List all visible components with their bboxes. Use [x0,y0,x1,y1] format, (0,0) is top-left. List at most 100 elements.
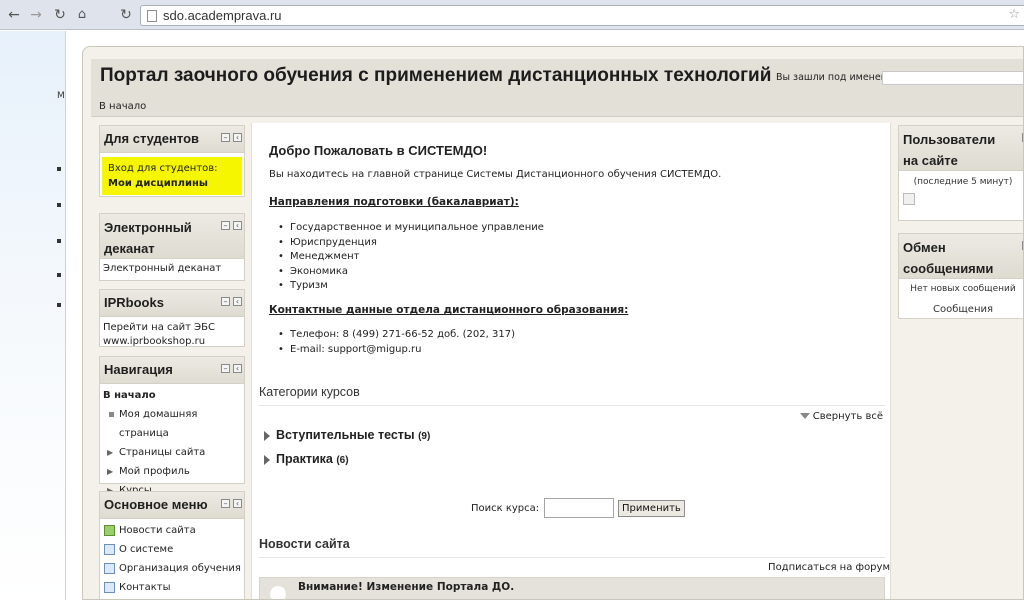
page-icon [104,544,115,555]
list-item: Телефон: 8 (499) 271-66-52 доб. (202, 31… [276,328,515,343]
menu-item-news[interactable]: Новости сайта [103,521,241,540]
category-count: (9) [418,431,431,442]
block-navigation: Навигация – ‹ В начало Моя домашняя стра… [99,356,245,496]
block-header: Навигация – ‹ [100,357,244,384]
block-title-line: деканат [104,241,155,256]
minimize-icon[interactable]: – [221,133,230,142]
dock-icon[interactable]: ‹ [233,221,242,230]
menu-item-label: О системе [119,544,174,555]
bullet-icon [57,239,61,243]
minimize-icon[interactable]: – [221,499,230,508]
page-title: Портал заочного обучения с применением д… [100,65,772,86]
block-header: Обмен сообщениями – [899,234,1023,279]
ebs-link[interactable]: Перейти на сайт ЭБС [103,321,241,335]
reload-icon[interactable]: ↻ [50,5,70,25]
collapse-all-link[interactable]: Свернуть всё [799,411,883,422]
subscribe-link[interactable]: Подписаться на форум [768,562,890,573]
block-iprbooks: IPRbooks – ‹ Перейти на сайт ЭБС www.ipr… [99,289,245,347]
directions-heading: Направления подготовки (бакалавриат): [269,196,519,208]
bullet-icon [57,303,61,307]
expand-arrow-icon: ▶ [107,467,114,476]
dock-icon[interactable]: ‹ [233,297,242,306]
block-students: Для студентов – ‹ Вход для студентов: Мо… [99,125,245,197]
block-title: Пользователи на сайте [899,126,1017,174]
welcome-title: Добро Пожаловать в СИСТЕМДО! [269,143,488,158]
apply-button[interactable]: Применить [618,500,685,517]
site-header: Портал заочного обучения с применением д… [91,59,1023,117]
page-icon [104,582,115,593]
menu-item-label: Организация обучения [119,563,241,574]
news-post: Внимание! Изменение Портала ДО. [259,577,885,599]
block-title-line: сообщениями [903,261,994,276]
nav-item-profile[interactable]: ▶ Мой профиль [103,462,241,481]
back-icon[interactable]: ← [4,5,24,25]
minimize-icon[interactable]: – [221,364,230,373]
minimize-icon[interactable]: – [221,221,230,230]
nav-item-label: Мой профиль [119,466,190,477]
menu-item-label: Контакты [119,582,171,593]
square-icon [109,412,114,417]
dock-icon[interactable]: ‹ [233,499,242,508]
block-online-users: Пользователи на сайте – (последние 5 мин… [898,125,1023,221]
students-highlight: Вход для студентов: Мои дисциплины [102,157,242,195]
nav-item-dashboard[interactable]: Моя домашняя страница [103,405,241,443]
iprbookshop-link[interactable]: www.iprbookshop.ru [103,335,241,349]
list-item: Туризм [276,279,544,294]
list-item: Государственное и муниципальное управлен… [276,221,544,236]
menu-item-contacts[interactable]: Контакты [103,578,241,597]
block-header: IPRbooks – ‹ [100,290,244,317]
block-title-line: Обмен [903,240,946,255]
block-main-menu: Основное меню – ‹ Новости сайта О систем… [99,491,245,599]
block-header: Электронный деканат – ‹ [100,214,244,259]
list-item: Менеджмент [276,250,544,265]
my-disciplines-link[interactable]: Мои дисциплины [108,176,236,191]
contacts-list: Телефон: 8 (499) 271-66-52 доб. (202, 31… [276,328,515,357]
bullet-icon [57,167,61,171]
menu-item-label: Новости сайта [119,525,196,536]
block-title-line: на сайте [903,153,958,168]
main-content: Добро Пожаловать в СИСТЕМДО! Вы находите… [251,123,891,599]
block-header: Основное меню – ‹ [100,492,244,519]
block-title-line: Пользователи [903,132,996,147]
url-text: sdo.academprava.ru [163,8,282,23]
desktop-text: М [57,91,65,101]
dock-icon[interactable]: ‹ [233,133,242,142]
bullet-icon [57,273,61,277]
nav-item-site-pages[interactable]: ▶ Страницы сайта [103,443,241,462]
breadcrumb[interactable]: В начало [99,101,146,112]
menu-item-about[interactable]: О системе [103,540,241,559]
menu-item-organization[interactable]: Организация обучения [103,559,241,578]
avatar [270,586,286,599]
login-field[interactable] [882,71,1023,85]
address-bar[interactable]: sdo.academprava.ru ☆ [140,5,1024,26]
block-header: Пользователи на сайте – [899,126,1023,174]
user-icon[interactable] [903,193,915,205]
block-messages: Обмен сообщениями – Нет новых сообщений … [898,233,1023,319]
messages-link[interactable]: Сообщения [899,296,1023,317]
nav-item-label: Моя домашняя страница [119,409,198,439]
desktop-background: М [0,31,66,600]
category-item[interactable]: Практика (6) [264,452,349,466]
course-search-input[interactable] [544,498,614,518]
home-icon[interactable]: ⌂ [72,5,92,25]
page-icon [147,10,157,22]
list-item: Юриспруденция [276,236,544,251]
category-count: (6) [336,455,349,466]
category-item[interactable]: Вступительные тесты (9) [264,428,430,442]
nav-home-link[interactable]: В начало [103,386,241,405]
expand-arrow-icon [264,454,270,465]
forward-icon[interactable]: → [26,5,46,25]
welcome-text: Вы находитесь на главной странице Систем… [269,169,722,180]
news-post-title[interactable]: Внимание! Изменение Портала ДО. [298,581,514,593]
block-title-line: Электронный [104,220,192,235]
list-item: E-mail: support@migup.ru [276,343,515,358]
portal-page: Портал заочного обучения с применением д… [82,46,1024,600]
dock-icon[interactable]: ‹ [233,364,242,373]
expand-arrow-icon [264,430,270,441]
collapse-icon [799,413,810,419]
students-login-link[interactable]: Вход для студентов: [108,161,236,176]
star-icon[interactable]: ☆ [1008,7,1020,22]
expand-arrow-icon: ▶ [107,448,114,457]
reload-icon[interactable]: ↻ [116,5,136,25]
minimize-icon[interactable]: – [221,297,230,306]
